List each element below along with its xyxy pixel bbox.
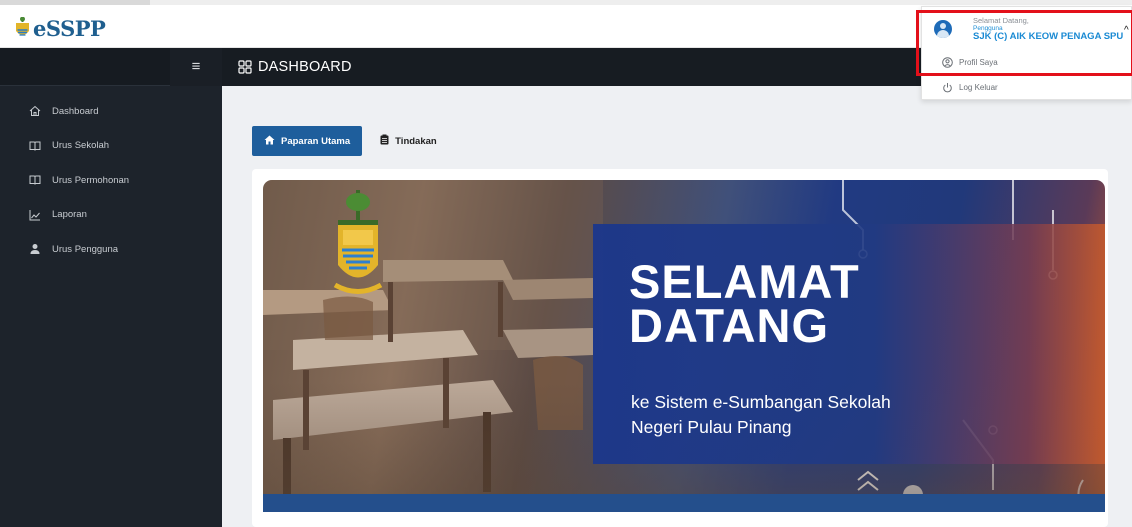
welcome-banner: SELAMAT DATANG ke Sistem e-Sumbangan Sek… — [263, 180, 1105, 512]
menu-item-log-keluar[interactable]: Log Keluar — [942, 82, 998, 93]
sidebar-item-laporan[interactable]: Laporan — [0, 198, 222, 233]
sidebar-item-urus-sekolah[interactable]: Urus Sekolah — [0, 129, 222, 164]
home-icon — [264, 135, 275, 148]
sidebar-item-dashboard[interactable]: Dashboard — [0, 94, 222, 129]
penang-crest-icon — [333, 190, 383, 294]
sidebar-item-urus-permohonan[interactable]: Urus Permohonan — [0, 163, 222, 198]
welcome-subtitle-line1: ke Sistem e-Sumbangan Sekolah — [631, 392, 891, 412]
tab-label: Paparan Utama — [281, 135, 351, 147]
welcome-title-line2: DATANG — [629, 299, 830, 352]
sidebar-item-label: Urus Pengguna — [52, 243, 119, 255]
book-icon — [28, 139, 42, 153]
tab-paparan-utama[interactable]: Paparan Utama — [252, 126, 363, 156]
sidebar: ≡ Dashboard Urus Sekolah Urus Permohonan… — [0, 47, 222, 527]
clipboard-icon — [380, 134, 389, 148]
welcome-title: SELAMAT DATANG — [629, 255, 860, 352]
app-logo-text: eSSPP — [33, 15, 106, 41]
tab-label: Tindakan — [395, 135, 437, 147]
tab-tindakan[interactable]: Tindakan — [368, 126, 449, 156]
sidebar-nav: Dashboard Urus Sekolah Urus Permohonan L… — [0, 86, 222, 267]
banner-card: SELAMAT DATANG ke Sistem e-Sumbangan Sek… — [252, 169, 1108, 527]
grid-icon — [238, 60, 252, 74]
book-icon — [28, 173, 42, 187]
browser-strip — [0, 0, 1132, 5]
welcome-title-line1: SELAMAT — [629, 255, 860, 308]
home-icon — [28, 104, 42, 118]
banner-bottom-bar — [263, 494, 1105, 512]
sidebar-header: ≡ — [0, 47, 222, 86]
tab-bar: Paparan Utama Tindakan — [252, 126, 449, 156]
welcome-subtitle-line2: Negeri Pulau Pinang — [631, 417, 792, 437]
power-icon — [942, 82, 953, 93]
browser-strip-edge — [0, 0, 150, 5]
sidebar-item-label: Laporan — [52, 209, 87, 221]
sidebar-item-label: Urus Sekolah — [52, 140, 110, 152]
sidebar-item-label: Dashboard — [52, 105, 99, 117]
sidebar-item-urus-pengguna[interactable]: Urus Pengguna — [0, 232, 222, 267]
user-icon — [28, 242, 42, 256]
menu-item-label: Log Keluar — [959, 83, 998, 92]
line-chart-icon — [28, 208, 42, 222]
hamburger-icon[interactable]: ≡ — [170, 47, 222, 86]
highlight-annotation-box — [916, 10, 1132, 76]
sidebar-item-label: Urus Permohonan — [52, 174, 130, 186]
welcome-subtitle: ke Sistem e-Sumbangan Sekolah Negeri Pul… — [631, 390, 891, 440]
page-title: DASHBOARD — [258, 59, 352, 75]
crest-icon — [16, 17, 29, 36]
main-content: Paparan Utama Tindakan SELAMAT DATANG ke… — [222, 86, 1132, 527]
app-logo[interactable]: eSSPP — [14, 14, 106, 42]
